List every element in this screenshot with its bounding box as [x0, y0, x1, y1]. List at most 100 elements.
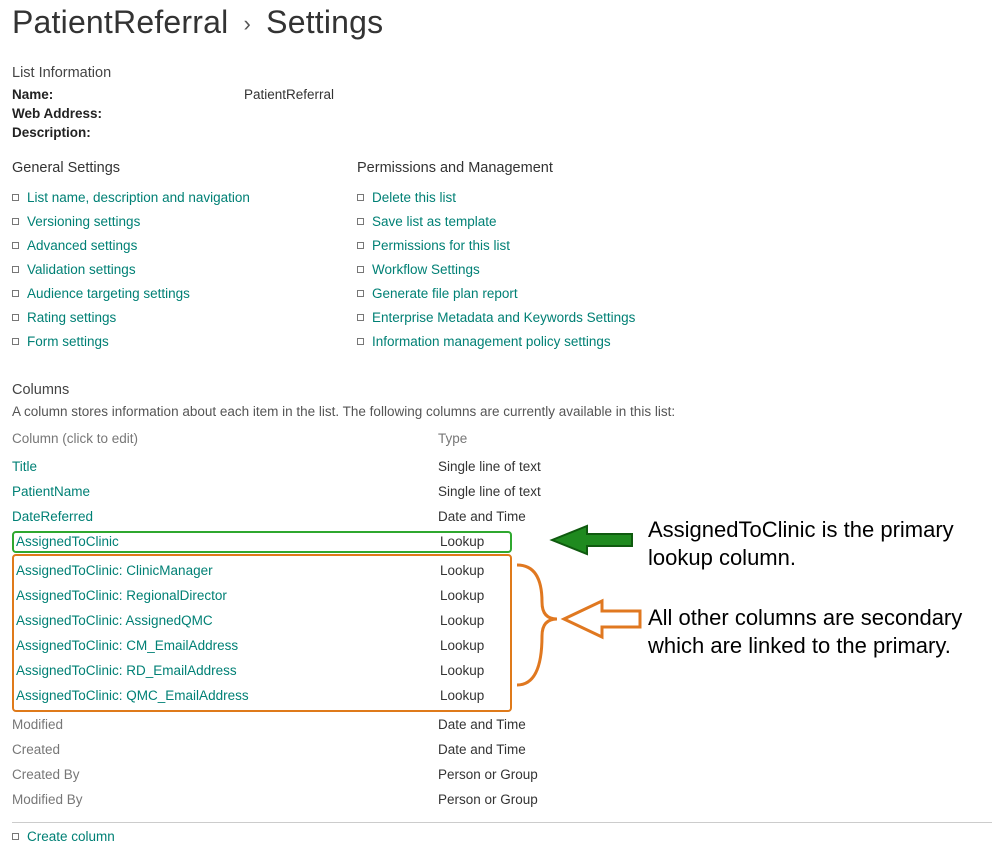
table-row: Modified By Person or Group [12, 787, 632, 812]
general-settings-link[interactable]: Versioning settings [27, 214, 140, 229]
general-settings-item: Audience targeting settings [12, 286, 357, 301]
bullet-icon [357, 338, 364, 345]
general-settings-link[interactable]: List name, description and navigation [27, 190, 250, 205]
general-settings-link[interactable]: Advanced settings [27, 238, 137, 253]
general-settings-section: General Settings List name, description … [12, 160, 357, 358]
permissions-link[interactable]: Delete this list [372, 190, 456, 205]
table-row: Created Date and Time [12, 737, 632, 762]
table-row: AssignedToClinic: RegionalDirector Lookup [16, 583, 510, 608]
info-row-name: Name: PatientReferral [12, 87, 987, 102]
permissions-link[interactable]: Save list as template [372, 214, 497, 229]
table-row-primary-highlight: AssignedToClinic Lookup [12, 529, 632, 554]
column-type: Person or Group [438, 767, 632, 782]
breadcrumb: PatientReferral › Settings [12, 4, 987, 51]
bullet-icon [12, 218, 19, 225]
general-settings-link[interactable]: Validation settings [27, 262, 136, 277]
column-name-static: Created By [12, 767, 80, 782]
orange-highlight-box: AssignedToClinic: ClinicManagerLookupAss… [12, 554, 512, 712]
permissions-link[interactable]: Permissions for this list [372, 238, 510, 253]
table-row: AssignedToClinic: ClinicManager Lookup [16, 558, 510, 583]
column-name-link[interactable]: AssignedToClinic: QMC_EmailAddress [16, 688, 249, 703]
list-info-heading: List Information [12, 65, 987, 81]
permissions-item: Workflow Settings [357, 262, 702, 277]
column-type: Lookup [440, 663, 510, 678]
breadcrumb-list-link[interactable]: PatientReferral [12, 4, 228, 40]
column-name-link[interactable]: AssignedToClinic: RD_EmailAddress [16, 663, 237, 678]
bullet-icon [357, 314, 364, 321]
general-settings-item: Advanced settings [12, 238, 357, 253]
bullet-icon [12, 242, 19, 249]
table-row: Title Single line of text [12, 454, 632, 479]
permissions-link[interactable]: Information management policy settings [372, 334, 611, 349]
permissions-link[interactable]: Workflow Settings [372, 262, 480, 277]
columns-section: Columns A column stores information abou… [12, 382, 987, 844]
table-row: PatientName Single line of text [12, 479, 632, 504]
column-name-link[interactable]: AssignedToClinic: AssignedQMC [16, 613, 213, 628]
bullet-icon [357, 242, 364, 249]
column-type: Single line of text [438, 459, 632, 474]
column-name-link[interactable]: AssignedToClinic: ClinicManager [16, 563, 213, 578]
columns-heading: Columns [12, 382, 987, 398]
general-settings-item: Versioning settings [12, 214, 357, 229]
table-row: DateReferredDate and Time [12, 504, 632, 529]
column-type: Lookup [440, 688, 510, 703]
column-type: Lookup [440, 588, 510, 603]
columns-table: Column (click to edit) Type Title Single … [12, 431, 632, 812]
general-settings-item: Validation settings [12, 262, 357, 277]
column-type: Lookup [440, 563, 510, 578]
general-settings-link[interactable]: Form settings [27, 334, 109, 349]
permissions-link[interactable]: Enterprise Metadata and Keywords Setting… [372, 310, 635, 325]
bullet-icon [12, 314, 19, 321]
columns-header-name: Column (click to edit) [12, 431, 438, 446]
bullet-icon [357, 266, 364, 273]
table-row: AssignedToClinic: CM_EmailAddress Lookup [16, 633, 510, 658]
columns-header-type: Type [438, 431, 632, 446]
permissions-item: Generate file plan report [357, 286, 702, 301]
info-row-description: Description: [12, 125, 987, 140]
general-settings-item: List name, description and navigation [12, 190, 357, 205]
column-name-link[interactable]: DateReferred [12, 509, 93, 524]
column-name-link[interactable]: Title [12, 459, 37, 474]
info-row-web-address: Web Address: [12, 106, 987, 121]
permissions-item: Information management policy settings [357, 334, 702, 349]
bullet-icon [12, 290, 19, 297]
column-type: Lookup [440, 613, 510, 628]
column-type: Single line of text [438, 484, 632, 499]
create-column-link[interactable]: Create column [27, 829, 115, 844]
column-type: Person or Group [438, 792, 632, 807]
column-name-link[interactable]: AssignedToClinic: CM_EmailAddress [16, 638, 238, 653]
general-settings-item: Rating settings [12, 310, 357, 325]
chevron-right-icon: › [244, 11, 252, 37]
annotation-secondary-text: All other columns are secondary which ar… [648, 604, 998, 659]
bullet-icon [12, 266, 19, 273]
table-row: AssignedToClinic: RD_EmailAddress Lookup [16, 658, 510, 683]
divider [12, 822, 992, 823]
column-type: Lookup [440, 534, 484, 549]
annotation-primary-text: AssignedToClinic is the primary lookup c… [648, 516, 998, 571]
info-label-web-address: Web Address: [12, 106, 244, 121]
info-label-name: Name: [12, 87, 244, 102]
info-label-description: Description: [12, 125, 244, 140]
column-type: Date and Time [438, 742, 632, 757]
permissions-item: Save list as template [357, 214, 702, 229]
column-name-link[interactable]: AssignedToClinic: RegionalDirector [16, 588, 227, 603]
column-name-link[interactable]: PatientName [12, 484, 90, 499]
column-name-link[interactable]: AssignedToClinic [16, 534, 119, 549]
info-value-name: PatientReferral [244, 87, 334, 102]
permissions-link[interactable]: Generate file plan report [372, 286, 518, 301]
column-name-static: Modified [12, 717, 63, 732]
column-name-static: Modified By [12, 792, 83, 807]
breadcrumb-current: Settings [266, 4, 383, 40]
bullet-icon [357, 194, 364, 201]
table-row: Created By Person or Group [12, 762, 632, 787]
general-settings-link[interactable]: Rating settings [27, 310, 116, 325]
bullet-icon [12, 833, 19, 840]
table-row: ModifiedDate and Time [12, 712, 632, 737]
column-name-static: Created [12, 742, 60, 757]
bullet-icon [357, 218, 364, 225]
bullet-icon [357, 290, 364, 297]
column-type: Lookup [440, 638, 510, 653]
general-settings-heading: General Settings [12, 160, 357, 176]
table-row: AssignedToClinic: QMC_EmailAddress Lookup [16, 683, 510, 708]
general-settings-link[interactable]: Audience targeting settings [27, 286, 190, 301]
